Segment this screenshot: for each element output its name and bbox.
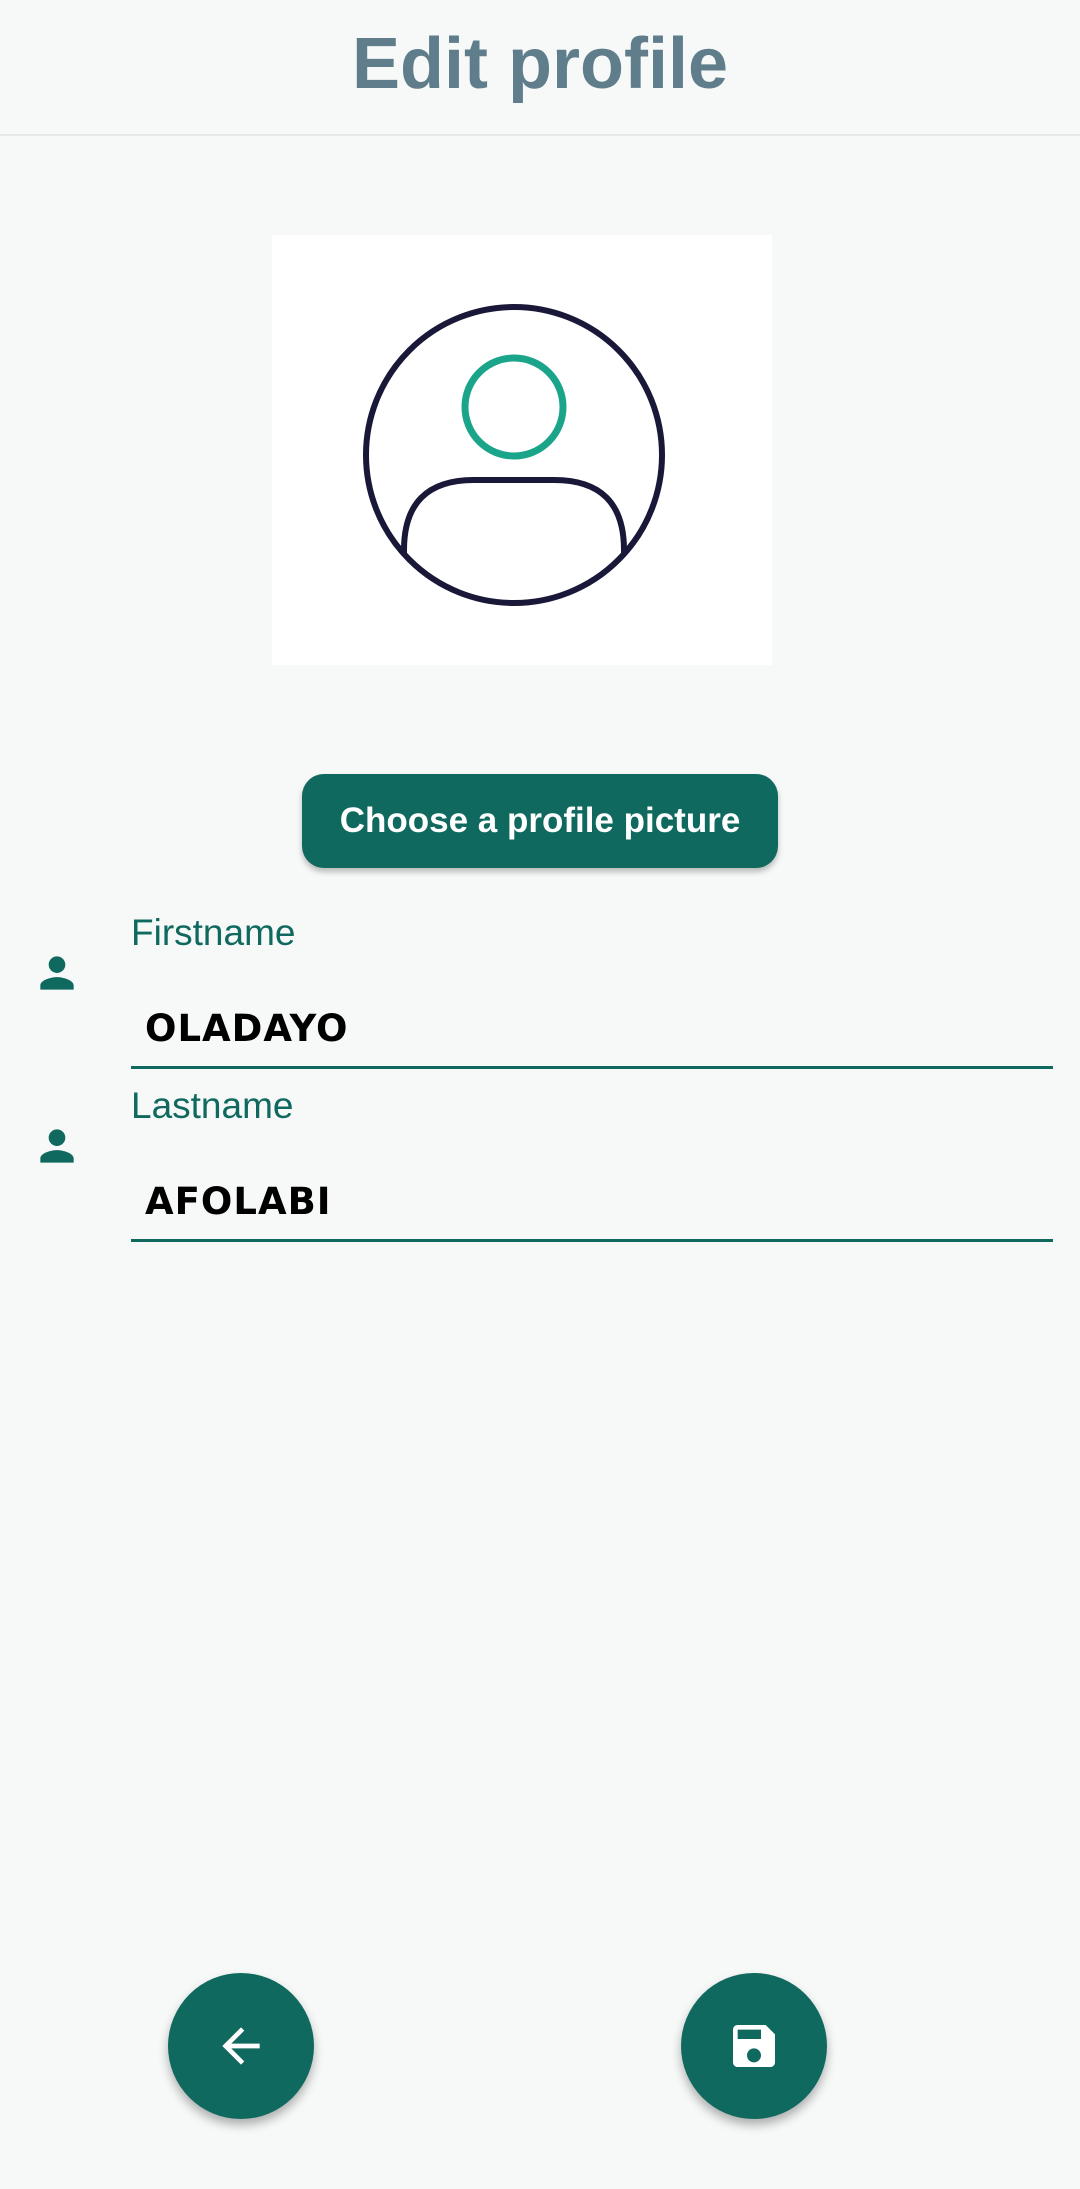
person-icon (40, 1129, 74, 1163)
firstname-label: Firstname (131, 912, 296, 953)
choose-profile-picture-button[interactable]: Choose a profile picture (302, 774, 778, 868)
save-button[interactable] (681, 1973, 827, 2119)
profile-picture[interactable] (272, 235, 772, 665)
page-title: Edit profile (352, 24, 728, 104)
lastname-label: Lastname (131, 1085, 294, 1126)
lastname-field: Lastname AFOLABI (0, 1078, 1080, 1242)
lastname-input[interactable]: AFOLABI (131, 1164, 1053, 1242)
save-icon (733, 2025, 775, 2067)
firstname-field: Firstname OLADAYO (0, 905, 1080, 1069)
firstname-input[interactable]: OLADAYO (131, 991, 1053, 1069)
app-bar: Edit profile (0, 0, 1080, 136)
person-icon (40, 956, 74, 990)
default-avatar-icon (363, 304, 665, 606)
arrow-back-icon (222, 2027, 260, 2065)
back-button[interactable] (168, 1973, 314, 2119)
